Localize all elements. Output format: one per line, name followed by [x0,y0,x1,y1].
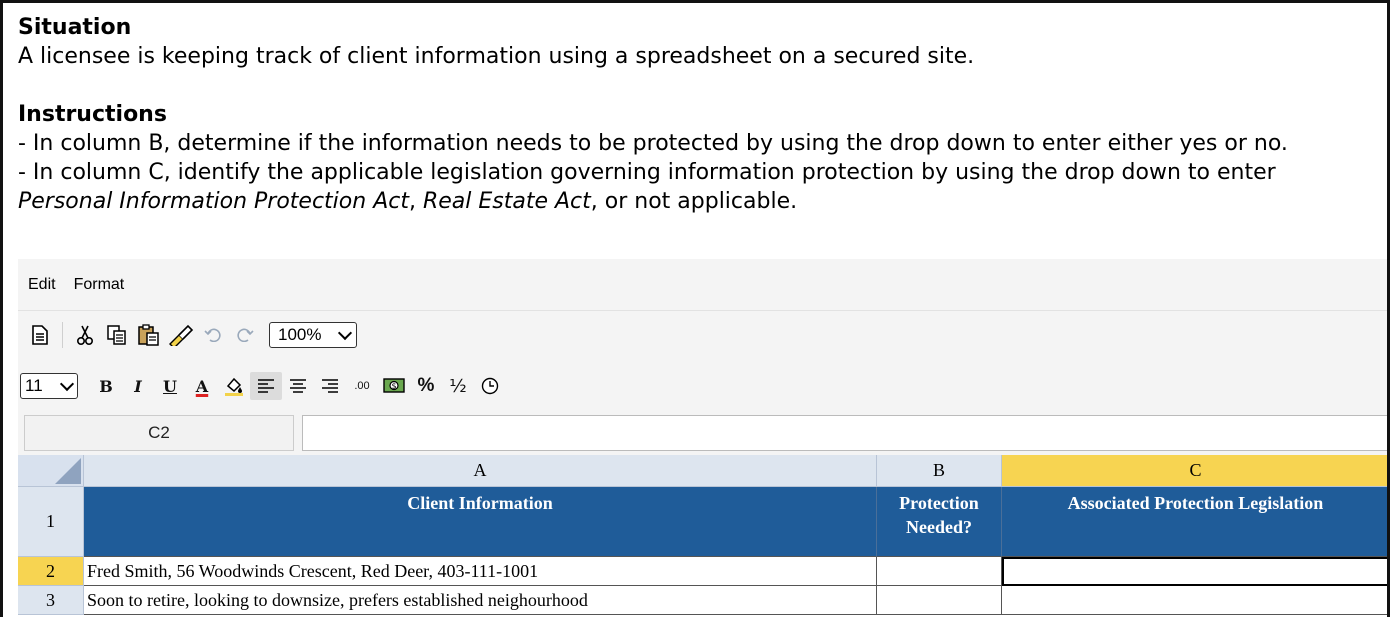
toolbar-row-2: 11 B I U A .00 $ % ½ [18,369,1387,403]
spreadsheet-widget: Edit Format 100% 11 B I U A .00 $ % ½ C2… [18,259,1387,617]
situation-text: A licensee is keeping track of client in… [18,44,975,69]
cell-c1[interactable]: Associated Protection Legislation [1002,487,1387,557]
spreadsheet-grid: A B C 1 2 3 Client Information Protectio… [18,455,1387,617]
cell-c3[interactable] [1002,586,1387,615]
select-all-corner[interactable] [18,455,84,487]
cell-b3[interactable] [877,586,1002,615]
font-size-select[interactable]: 11 [20,373,78,399]
underline-button[interactable]: U [154,372,186,400]
align-left-icon[interactable] [250,372,282,400]
cell-a3[interactable]: Soon to retire, looking to downsize, pre… [84,586,877,615]
menu-edit[interactable]: Edit [28,276,56,294]
chevron-down-icon [337,325,353,340]
svg-text:$: $ [392,382,397,391]
format-painter-icon[interactable] [165,321,197,349]
menu-format[interactable]: Format [74,276,125,294]
fraction-button[interactable]: ½ [442,372,474,400]
real-estate-act-text: Real Estate Act [422,189,591,214]
cell-a1[interactable]: Client Information [84,487,877,557]
intro-text: Situation A licensee is keeping track of… [18,13,1378,216]
redo-icon[interactable] [229,321,261,349]
paste-icon[interactable] [133,321,165,349]
fill-color-icon[interactable] [218,372,250,400]
column-header-c[interactable]: C [1002,455,1387,487]
toolbar-row-1: 100% [18,317,1387,353]
currency-icon[interactable]: $ [378,372,410,400]
cell-c2[interactable] [1002,557,1387,586]
undo-icon[interactable] [197,321,229,349]
separator-text: , [408,189,423,214]
chevron-down-icon [59,376,75,391]
instruction-line-2: - In column C, identify the applicable l… [18,160,1276,185]
align-right-icon[interactable] [314,372,346,400]
instruction-line-1: - In column B, determine if the informat… [18,131,1288,156]
zoom-select[interactable]: 100% [269,322,357,348]
new-document-icon[interactable] [24,321,56,349]
clock-icon[interactable] [474,372,506,400]
bold-button[interactable]: B [90,372,122,400]
toolbar-divider [62,322,63,348]
page-frame: Situation A licensee is keeping track of… [0,0,1390,617]
row-header-1[interactable]: 1 [18,487,84,557]
column-header-b[interactable]: B [877,455,1002,487]
column-header-a[interactable]: A [84,455,877,487]
font-color-button[interactable]: A [186,372,218,400]
italic-button[interactable]: I [122,372,154,400]
row-header-3[interactable]: 3 [18,586,84,615]
cell-b2[interactable] [877,557,1002,586]
font-size-value: 11 [25,376,43,395]
decimal-button[interactable]: .00 [346,372,378,400]
menu-bar: Edit Format [18,259,1387,311]
zoom-value: 100% [278,325,322,344]
instruction-line-3: Personal Information Protection Act, Rea… [18,187,1378,216]
not-applicable-text: , or not applicable. [590,189,798,214]
align-center-icon[interactable] [282,372,314,400]
instructions-heading: Instructions [18,102,167,127]
cut-icon[interactable] [69,321,101,349]
cell-b1[interactable]: Protection Needed? [877,487,1002,557]
pipa-act-text: Personal Information Protection Act [18,189,409,214]
formula-bar: C2 [18,411,1387,453]
copy-icon[interactable] [101,321,133,349]
row-header-2[interactable]: 2 [18,557,84,586]
cell-reference-box[interactable]: C2 [24,415,294,451]
formula-input[interactable] [302,415,1387,451]
percent-button[interactable]: % [410,372,442,400]
cell-a2[interactable]: Fred Smith, 56 Woodwinds Crescent, Red D… [84,557,877,586]
situation-heading: Situation [18,15,132,40]
